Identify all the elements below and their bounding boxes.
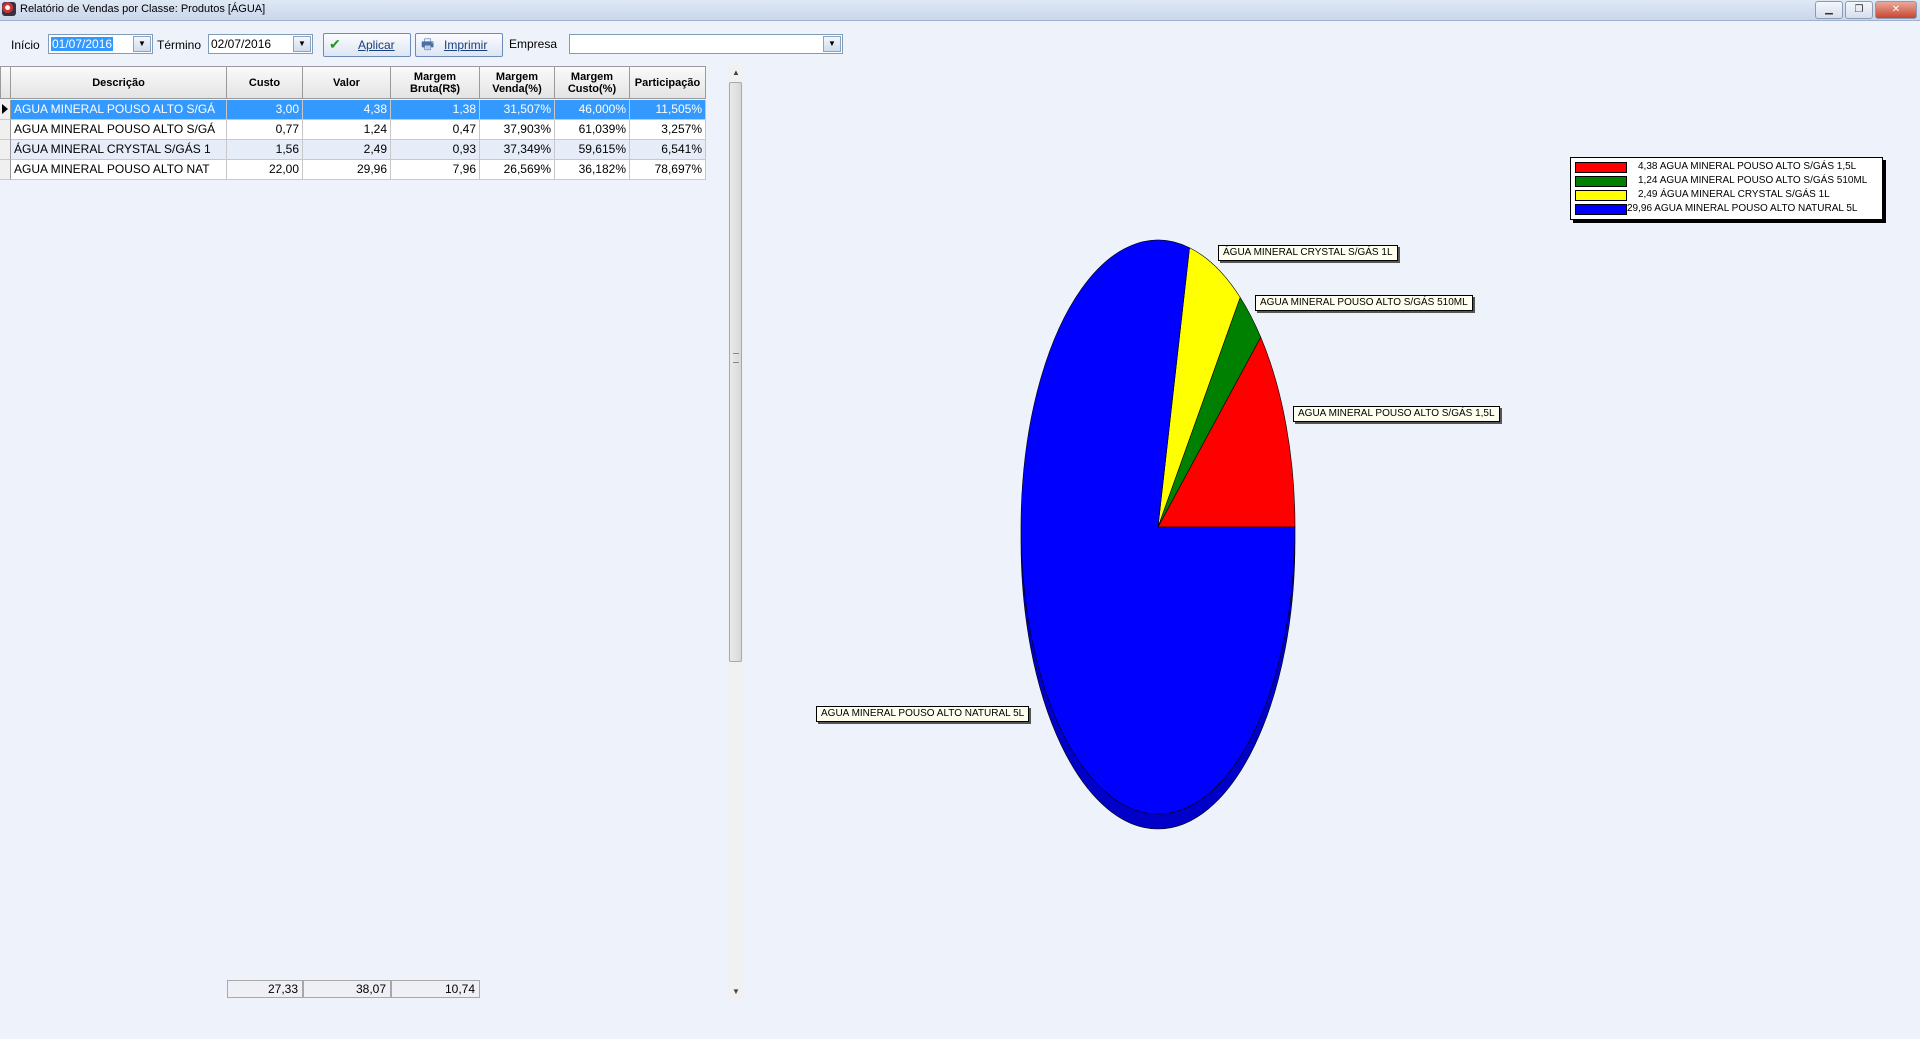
table-cell[interactable]: 0,93 [391,140,480,160]
row-indicator-header [0,66,11,99]
slice-label: ÁGUA MINERAL CRYSTAL S/GÁS 1L [1218,245,1398,261]
column-header-margem-venda[interactable]: Margem Venda(%) [480,66,555,99]
checkmark-icon: ✔ [329,36,341,52]
legend-swatch [1575,204,1627,215]
legend-swatch [1575,190,1627,201]
empresa-select[interactable]: ▼ [569,34,843,54]
termino-label: Término [157,38,202,52]
vertical-scrollbar[interactable]: ▲ ▼ [728,66,744,999]
table-cell[interactable]: ÁGUA MINERAL CRYSTAL S/GÁS 1 [11,140,227,160]
scroll-down-icon[interactable]: ▼ [728,985,744,999]
table-cell[interactable]: 29,96 [303,160,391,180]
imprimir-button-label: Imprimir [444,38,488,52]
column-header-valor[interactable]: Valor [303,66,391,99]
total-custo: 27,33 [227,980,303,998]
aplicar-button-label: Aplicar [358,38,395,52]
table-cell[interactable]: 7,96 [391,160,480,180]
imprimir-button[interactable]: 🖶 Imprimir [415,33,503,57]
slice-label: AGUA MINERAL POUSO ALTO S/GÁS 1,5L [1293,406,1500,422]
table-cell[interactable]: 1,56 [227,140,303,160]
inicio-date-value: 01/07/2016 [51,37,114,51]
scroll-grip-icon [733,353,739,363]
legend-label: 29,96 AGUA MINERAL POUSO ALTO NATURAL 5L [1627,203,1858,214]
termino-date-value: 02/07/2016 [211,37,272,51]
empresa-dropdown-icon[interactable]: ▼ [823,36,841,52]
termino-dropdown-icon[interactable]: ▼ [293,36,311,52]
slice-label: AGUA MINERAL POUSO ALTO NATURAL 5L [816,706,1030,722]
scroll-up-icon[interactable]: ▲ [728,66,744,80]
column-header-participacao[interactable]: Participação [630,66,706,99]
table-cell[interactable]: 1,24 [303,120,391,140]
legend-label: 4,38 AGUA MINERAL POUSO ALTO S/GÁS 1,5L [1638,161,1857,172]
maximize-button[interactable]: ❐ [1845,1,1873,19]
slice-label: AGUA MINERAL POUSO ALTO S/GÁS 510ML [1255,295,1473,311]
table-cell[interactable]: 37,349% [480,140,555,160]
table-cell[interactable]: 1,38 [391,100,480,120]
table-cell[interactable]: 2,49 [303,140,391,160]
table-cell[interactable]: 46,000% [555,100,630,120]
inicio-date-field[interactable]: 01/07/2016 ▼ [48,34,153,54]
scroll-thumb[interactable] [729,82,742,662]
table-cell[interactable]: 3,257% [630,120,706,140]
table-cell[interactable]: AGUA MINERAL POUSO ALTO S/GÁ [11,120,227,140]
legend-label: 2,49 ÁGUA MINERAL CRYSTAL S/GÁS 1L [1638,189,1830,200]
table-cell[interactable]: 6,541% [630,140,706,160]
table-cell[interactable]: AGUA MINERAL POUSO ALTO NAT [11,160,227,180]
column-header-custo[interactable]: Custo [227,66,303,99]
table-cell[interactable]: 11,505% [630,100,706,120]
legend-swatch [1575,176,1627,187]
empresa-label: Empresa [509,37,558,51]
aplicar-button[interactable]: ✔ Aplicar [323,33,411,57]
table-cell[interactable]: 36,182% [555,160,630,180]
row-indicator[interactable] [0,140,11,160]
table-cell[interactable]: 61,039% [555,120,630,140]
table-cell[interactable]: 4,38 [303,100,391,120]
table-cell[interactable]: 78,697% [630,160,706,180]
column-header-margem-custo[interactable]: Margem Custo(%) [555,66,630,99]
printer-icon: 🖶 [421,36,435,52]
row-indicator[interactable] [0,120,11,140]
table-cell[interactable]: 0,77 [227,120,303,140]
inicio-dropdown-icon[interactable]: ▼ [133,36,151,52]
window-title: Relatório de Vendas por Classe: Produtos… [20,3,266,15]
row-indicator[interactable] [0,160,11,180]
title-bar: Relatório de Vendas por Classe: Produtos… [0,0,1920,21]
table-cell[interactable]: 26,569% [480,160,555,180]
chart-legend: 4,38 AGUA MINERAL POUSO ALTO S/GÁS 1,5L 1… [1570,157,1883,220]
column-header-descricao[interactable]: Descrição [11,66,227,99]
app-icon [2,2,16,16]
inicio-label: Início [11,38,40,52]
table-cell[interactable]: 3,00 [227,100,303,120]
table-cell[interactable]: 22,00 [227,160,303,180]
minimize-button[interactable]: ▁ [1815,1,1843,19]
table-cell[interactable]: 59,615% [555,140,630,160]
table-cell[interactable]: 37,903% [480,120,555,140]
total-margem-bruta: 10,74 [391,980,480,998]
table-cell[interactable]: AGUA MINERAL POUSO ALTO S/GÁ [11,100,227,120]
sales-grid[interactable]: Descrição Custo Valor Margem Bruta(R$) M… [0,66,706,181]
table-cell[interactable]: 31,507% [480,100,555,120]
current-row-indicator-icon[interactable] [0,100,11,120]
total-valor: 38,07 [303,980,391,998]
termino-date-field[interactable]: 02/07/2016 ▼ [208,34,313,54]
table-cell[interactable]: 0,47 [391,120,480,140]
column-header-margem-bruta[interactable]: Margem Bruta(R$) [391,66,480,99]
legend-swatch [1575,162,1627,173]
legend-label: 1,24 AGUA MINERAL POUSO ALTO S/GÁS 510ML [1638,175,1868,186]
close-button[interactable]: ✕ [1875,1,1917,19]
